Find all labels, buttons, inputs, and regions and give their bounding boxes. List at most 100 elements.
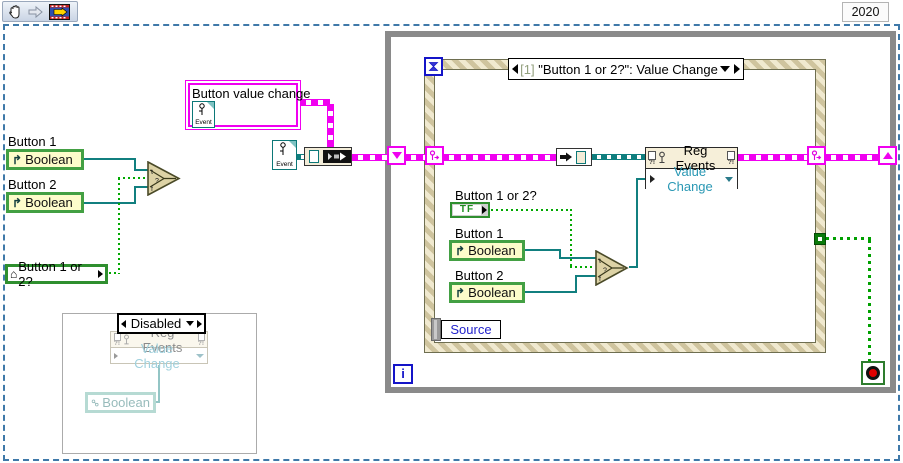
reg-events-event-row: Value Change bbox=[134, 340, 180, 371]
wire-event-reg bbox=[824, 154, 880, 161]
button1-terminal-label: Button 1 bbox=[8, 134, 57, 149]
house-icon: ⌂ bbox=[10, 267, 18, 281]
case-dropdown-icon[interactable] bbox=[720, 66, 730, 72]
refnum-label: Boolean bbox=[25, 195, 73, 210]
event-case-selector[interactable]: [1] "Button 1 or 2?": Value Change bbox=[508, 58, 744, 80]
refnum-label: Boolean bbox=[468, 285, 516, 300]
refnum-label: Boolean bbox=[468, 243, 516, 258]
dynamic-event-terminal-right[interactable] bbox=[807, 146, 826, 165]
refnum-label: Boolean bbox=[102, 395, 150, 410]
wire-button1-ref bbox=[520, 249, 561, 251]
event-reg-glyph-icon bbox=[811, 149, 822, 160]
event-row-dropdown-icon[interactable] bbox=[725, 176, 733, 182]
cluster-glyph bbox=[323, 150, 351, 163]
button2-refnum-constant[interactable]: ↱ Boolean bbox=[449, 282, 525, 303]
wire-event-reg bbox=[327, 104, 334, 148]
case-index: [1] bbox=[520, 61, 535, 77]
reg-events-hook-icon bbox=[659, 151, 665, 164]
select-mark-t: t bbox=[599, 258, 601, 265]
select-mark-q: ? bbox=[603, 268, 607, 275]
toolbar bbox=[2, 1, 78, 22]
button1or2-control-terminal[interactable]: ⌂ Button 1 or 2? bbox=[5, 259, 108, 289]
select-mark-f: f bbox=[151, 186, 153, 193]
user-event-icon: Event bbox=[192, 101, 215, 128]
reg-events-event-row[interactable]: Value Change bbox=[655, 164, 725, 194]
page-glyph-icon bbox=[309, 150, 319, 163]
user-event-constant-label: Button value change bbox=[192, 86, 311, 101]
event-data-source-item[interactable]: Source bbox=[441, 320, 501, 339]
select-function-inner[interactable]: t ? f bbox=[595, 249, 629, 291]
event-refnum-constant[interactable]: Event bbox=[272, 140, 297, 170]
select-function[interactable]: t ? f bbox=[147, 160, 181, 201]
stop-sign-icon bbox=[866, 366, 880, 380]
boolean-tunnel[interactable] bbox=[814, 233, 826, 245]
wire-button1-ref bbox=[559, 257, 596, 259]
tf-text: TF bbox=[453, 205, 481, 215]
tunnel-default-dot bbox=[818, 237, 822, 241]
wire-tf-boolean bbox=[491, 209, 572, 211]
shift-register-up-icon bbox=[882, 152, 893, 159]
wire-button2-to-select bbox=[79, 202, 136, 204]
hourglass-icon bbox=[428, 62, 439, 71]
page-glyph-icon bbox=[576, 150, 586, 164]
wire-stop-boolean bbox=[868, 240, 871, 363]
pan-hand-icon[interactable] bbox=[8, 4, 23, 20]
button1-ref-label: Button 1 bbox=[455, 226, 504, 241]
terminal-out-arrow-icon bbox=[482, 206, 487, 214]
wire-select-to-regevents bbox=[636, 179, 638, 268]
case-next-icon[interactable] bbox=[734, 64, 740, 74]
tf-terminal[interactable]: TF bbox=[450, 202, 490, 218]
iteration-i: i bbox=[401, 366, 405, 381]
black-arrow-icon bbox=[560, 152, 572, 162]
tf-control-label: Button 1 or 2? bbox=[455, 188, 537, 203]
page-fold-icon bbox=[207, 102, 214, 109]
source-label: Source bbox=[450, 322, 492, 337]
case-title: "Button 1 or 2?": Value Change bbox=[538, 61, 718, 77]
disable-structure-selector[interactable]: Disabled bbox=[117, 313, 206, 334]
button2-refnum-terminal[interactable]: ↱ Boolean bbox=[6, 192, 84, 213]
case-dropdown-icon[interactable] bbox=[186, 321, 194, 326]
event-unbundle-node[interactable] bbox=[556, 148, 592, 166]
timeout-terminal[interactable] bbox=[424, 57, 443, 76]
disabled-boolean-refnum[interactable]: Boolean bbox=[85, 392, 156, 413]
disabled-register-for-events-node[interactable]: ?! Reg Events ?! Value Change bbox=[110, 325, 208, 371]
vi-snippet-icon[interactable] bbox=[49, 3, 70, 20]
case-next-icon[interactable] bbox=[197, 319, 202, 328]
user-event-constant-box[interactable]: Button value change Event bbox=[185, 80, 311, 130]
wire-button1-to-select bbox=[79, 158, 136, 160]
shift-register-down-icon bbox=[391, 152, 402, 159]
button1-refnum-terminal[interactable]: ↱ Boolean bbox=[6, 149, 84, 170]
register-for-events-node[interactable]: ?! Reg Events ?! Value Change bbox=[645, 143, 738, 194]
loop-condition-terminal[interactable] bbox=[861, 361, 885, 385]
event-data-node-bar[interactable] bbox=[431, 318, 441, 341]
event-row-dropdown-icon bbox=[196, 353, 204, 358]
refnum-arrow-icon: ↱ bbox=[12, 152, 23, 167]
wire-event-reg bbox=[442, 154, 558, 161]
event-reg-cluster-node[interactable] bbox=[304, 147, 352, 166]
wire-stop-boolean bbox=[826, 237, 871, 240]
dynamic-event-terminal-left[interactable] bbox=[425, 146, 444, 165]
wire-button2-ref bbox=[520, 291, 577, 293]
wire-tf-boolean bbox=[570, 209, 572, 268]
wire-button2-ref bbox=[575, 275, 596, 277]
event-icon-label: Event bbox=[276, 161, 293, 168]
wire-user-event-refnum bbox=[591, 154, 646, 160]
shift-register-right[interactable] bbox=[878, 146, 897, 165]
button1-refnum-constant[interactable]: ↱ Boolean bbox=[449, 240, 525, 261]
refnum-label: Boolean bbox=[25, 152, 73, 167]
refnum-arrow-icon: ↱ bbox=[455, 285, 466, 300]
iteration-terminal[interactable]: i bbox=[393, 364, 413, 384]
shift-register-left[interactable] bbox=[387, 146, 406, 165]
refnum-arrow-icon: ↱ bbox=[12, 195, 23, 210]
wire-event-reg bbox=[351, 154, 389, 161]
forward-arrow-icon[interactable] bbox=[28, 5, 44, 19]
disable-case-label: Disabled bbox=[130, 316, 182, 331]
event-icon-label: Event bbox=[195, 119, 212, 126]
select-mark-q: ? bbox=[155, 178, 159, 185]
labview-block-diagram: 2020 Button 1 ↱ Boolean Button 2 ↱ Boole… bbox=[0, 0, 903, 463]
refnum-arrow-icon: ↱ bbox=[455, 243, 466, 258]
control-label: Button 1 or 2? bbox=[18, 259, 82, 289]
wire-tf-boolean bbox=[570, 266, 595, 268]
reg-events-corner-out: ?! bbox=[725, 150, 737, 166]
wire-selector-boolean bbox=[118, 177, 148, 179]
